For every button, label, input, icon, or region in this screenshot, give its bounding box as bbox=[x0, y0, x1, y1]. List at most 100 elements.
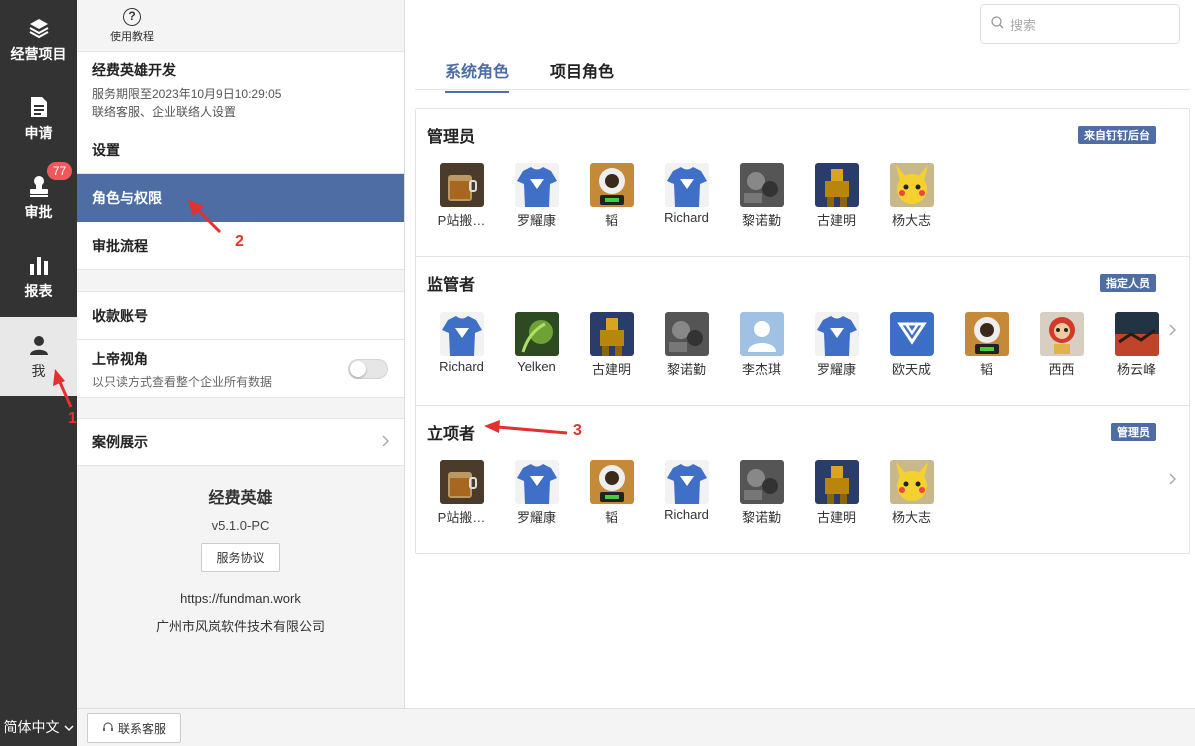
member-name: 罗耀康 bbox=[816, 362, 856, 377]
member-item[interactable]: 杨大志 bbox=[874, 163, 949, 229]
member-name: 黎诺勤 bbox=[666, 362, 706, 377]
nav-item-label: 申请 bbox=[24, 124, 53, 141]
member-item[interactable]: 李杰琪 bbox=[724, 312, 799, 378]
member-item[interactable]: 欧天成 bbox=[874, 312, 949, 378]
role-title: 立项者 bbox=[427, 426, 476, 443]
role-source-tag: 指定人员 bbox=[1100, 274, 1156, 292]
stamp-icon bbox=[27, 174, 51, 198]
member-item[interactable]: P站搬… bbox=[424, 163, 499, 229]
member-item[interactable]: Yelken bbox=[499, 312, 574, 374]
tab-project-roles[interactable]: 项目角色 bbox=[550, 58, 614, 82]
tutorial-label: 使用教程 bbox=[110, 31, 154, 43]
member-item[interactable]: 黎诺勤 bbox=[724, 460, 799, 526]
bar-chart-icon bbox=[27, 253, 51, 277]
search-input[interactable]: 搜索 bbox=[980, 4, 1180, 44]
member-name: Yelken bbox=[517, 359, 556, 374]
contact-support-button[interactable]: 联系客服 bbox=[87, 713, 182, 743]
member-item[interactable]: 古建明 bbox=[799, 460, 874, 526]
member-name: 欧天成 bbox=[891, 362, 931, 377]
member-name: 李杰琪 bbox=[741, 362, 781, 377]
member-name: P站搬… bbox=[437, 510, 486, 525]
avatar bbox=[739, 163, 784, 207]
app-version: v5.1.0-PC bbox=[211, 518, 270, 533]
member-item[interactable]: 韬 bbox=[949, 312, 1024, 378]
menu-payment-account[interactable]: 收款账号 bbox=[77, 291, 404, 340]
member-item[interactable]: 黎诺勤 bbox=[724, 163, 799, 229]
member-item[interactable]: Richard bbox=[649, 163, 724, 225]
member-item[interactable]: 韬 bbox=[574, 460, 649, 526]
menu-settings[interactable]: 设置 bbox=[77, 126, 404, 174]
avatar bbox=[439, 312, 484, 356]
tutorial-button[interactable]: ? 使用教程 bbox=[102, 8, 162, 44]
language-label: 简体中文 bbox=[3, 719, 60, 735]
menu-label: 角色与权限 bbox=[92, 190, 162, 206]
menu-roles[interactable]: 角色与权限 bbox=[77, 174, 404, 222]
god-view-description: 以只读方式查看整个企业所有数据 bbox=[92, 375, 273, 389]
avatar bbox=[739, 312, 784, 356]
chevron-right-icon[interactable] bbox=[1169, 323, 1177, 339]
member-item[interactable]: 古建明 bbox=[799, 163, 874, 229]
nav-item-reports[interactable]: 报表 bbox=[0, 237, 77, 316]
member-item[interactable]: 罗耀康 bbox=[499, 163, 574, 229]
member-item[interactable]: 古建明 bbox=[574, 312, 649, 378]
god-view-toggle[interactable] bbox=[348, 359, 388, 379]
role-source-tag: 管理员 bbox=[1111, 423, 1156, 441]
member-name: 罗耀康 bbox=[516, 510, 556, 525]
avatar bbox=[514, 163, 559, 207]
member-item[interactable]: 罗耀康 bbox=[499, 460, 574, 526]
menu-label: 案例展示 bbox=[92, 434, 148, 450]
menu-label: 收款账号 bbox=[92, 307, 148, 324]
settings-panel: ? 使用教程 经费英雄开发 服务期限至2023年10月9日10:29:05 联络… bbox=[77, 0, 405, 708]
member-item[interactable]: Richard bbox=[649, 460, 724, 522]
tab-system-roles[interactable]: 系统角色 bbox=[445, 58, 510, 93]
annotation-label-3: 3 bbox=[573, 422, 582, 439]
avatar bbox=[814, 460, 859, 504]
member-item[interactable]: 韬 bbox=[574, 163, 649, 229]
main-nav: 经营项目 申请 审批 77 报表 我 bbox=[0, 0, 77, 746]
member-item[interactable]: P站搬… bbox=[424, 460, 499, 526]
chevron-right-icon bbox=[382, 434, 390, 450]
member-item[interactable]: 西西 bbox=[1024, 312, 1099, 378]
help-icon: ? bbox=[123, 8, 141, 26]
nav-item-me[interactable]: 我 bbox=[0, 317, 77, 396]
member-item[interactable]: 黎诺勤 bbox=[649, 312, 724, 378]
search-icon bbox=[991, 16, 1004, 32]
language-selector[interactable]: 简体中文 bbox=[0, 708, 77, 746]
role-tabs: 系统角色 项目角色 bbox=[415, 52, 1190, 93]
member-name: Richard bbox=[664, 507, 709, 522]
member-item[interactable]: 杨云峰 bbox=[1099, 312, 1174, 378]
member-name: 古建明 bbox=[816, 510, 856, 525]
service-agreement-button[interactable]: 服务协议 bbox=[201, 543, 280, 572]
nav-item-label: 报表 bbox=[24, 282, 53, 299]
avatar bbox=[589, 163, 634, 207]
avatar bbox=[589, 312, 634, 356]
company-name: 经费英雄开发 bbox=[92, 62, 176, 78]
chevron-right-icon[interactable] bbox=[1169, 472, 1177, 488]
avatar bbox=[589, 460, 634, 504]
avatar bbox=[439, 163, 484, 207]
menu-label: 设置 bbox=[92, 141, 120, 158]
member-name: Richard bbox=[664, 210, 709, 225]
avatar bbox=[514, 312, 559, 356]
company-card[interactable]: 经费英雄开发 服务期限至2023年10月9日10:29:05 联络客服、企业联络… bbox=[77, 51, 404, 126]
avatar bbox=[739, 460, 784, 504]
contact-settings: 联络客服、企业联络人设置 bbox=[92, 105, 237, 119]
service-expiry: 服务期限至2023年10月9日10:29:05 bbox=[92, 87, 282, 101]
roles-panel: 搜索 系统角色 项目角色 管理员 来自钉钉后台 P站搬… 罗耀康韬 Richard 黎… bbox=[405, 0, 1195, 708]
annotation-label-1: 1 bbox=[68, 410, 77, 427]
role-section-admin: 管理员 来自钉钉后台 P站搬… 罗耀康 韬 Richard 黎诺勤 古建明 杨大志 bbox=[416, 109, 1189, 257]
member-item[interactable]: Richard bbox=[424, 312, 499, 374]
nav-item-apply[interactable]: 申请 bbox=[0, 79, 77, 158]
avatar bbox=[964, 312, 1009, 356]
website-url[interactable]: https://fundman.work bbox=[77, 591, 404, 606]
about-section: 经费英雄 v5.1.0-PC 服务协议 https://fundman.work… bbox=[77, 474, 404, 635]
member-item[interactable]: 罗耀康 bbox=[799, 312, 874, 378]
layers-icon bbox=[27, 16, 51, 40]
member-item[interactable]: 杨大志 bbox=[874, 460, 949, 526]
nav-item-projects[interactable]: 经营项目 bbox=[0, 0, 77, 79]
member-name: 韬 bbox=[979, 362, 993, 377]
contact-support-label: 联系客服 bbox=[118, 721, 167, 736]
member-name: P站搬… bbox=[437, 213, 486, 228]
menu-cases[interactable]: 案例展示 bbox=[77, 418, 404, 466]
role-source-tag: 来自钉钉后台 bbox=[1078, 126, 1156, 144]
